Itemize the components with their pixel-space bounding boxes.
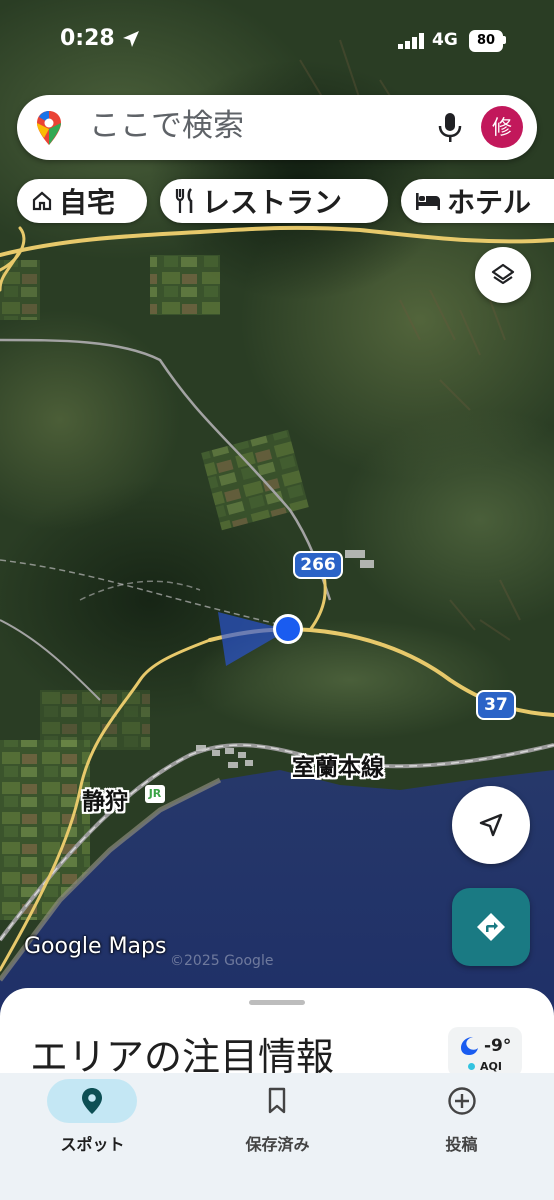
location-services-icon [123,31,139,47]
nav-tab-spot[interactable]: スポット [0,1073,185,1200]
directions-icon [477,913,505,941]
chip-label: 自宅 [59,186,116,219]
status-time: 0:28 [60,26,115,51]
nav-label: スポット [60,1135,125,1154]
nav-tab-contribute[interactable]: 投稿 [369,1073,554,1200]
current-location-dot [276,617,300,641]
google-maps-pin-icon [37,111,61,145]
railway-label: 室蘭本線 [292,755,384,781]
battery-icon: 80 [469,30,503,52]
chip-label: ホテル [447,186,532,219]
chip-restaurant[interactable]: レストラン [160,179,388,223]
battery-level: 80 [476,33,496,48]
fork-knife-icon [175,188,193,213]
chip-hotel[interactable]: ホテル [401,179,554,223]
weather-temperature: -9° [484,1036,512,1056]
aqi-indicator-dot [468,1063,475,1070]
nav-label: 投稿 [445,1135,478,1154]
nav-label: 保存済み [245,1135,310,1154]
route-shield-37: 37 [476,690,516,720]
network-type: 4G [432,30,458,50]
map-copyright: ©2025 Google [170,953,274,969]
bottom-navigation: スポット 保存済み 投稿 [0,1073,554,1200]
bed-icon [416,193,440,210]
moon-icon [461,1037,478,1055]
search-bar[interactable]: ここで検索 修 [17,95,537,160]
map-pin-icon [82,1088,102,1114]
chip-label: レストラン [202,186,343,219]
layers-icon [491,263,515,285]
battery-tip [503,36,506,44]
bookmark-icon [268,1087,286,1114]
search-placeholder[interactable]: ここで検索 [89,105,244,147]
my-location-button[interactable] [452,786,530,864]
home-icon [32,191,52,211]
layers-button[interactable] [475,247,531,303]
chip-home[interactable]: 自宅 [17,179,147,223]
sheet-drag-handle[interactable] [249,1000,305,1005]
navigation-arrow-icon [479,813,503,837]
status-bar: 0:28 4G 80 [0,0,554,80]
nav-tab-saved[interactable]: 保存済み [185,1073,370,1200]
aqi-label: AQI [480,1060,502,1073]
cellular-signal-icon [398,33,424,49]
jr-station-icon: JR [145,785,165,803]
weather-widget[interactable]: -9° AQI [448,1027,522,1077]
google-maps-logo: Google Maps [24,934,167,959]
route-shield-266: 266 [293,551,343,579]
account-avatar[interactable]: 修 [481,106,523,148]
plus-circle-icon [448,1087,476,1115]
station-label: 静狩 [82,789,128,815]
microphone-icon[interactable] [437,112,463,144]
directions-button[interactable] [452,888,530,966]
